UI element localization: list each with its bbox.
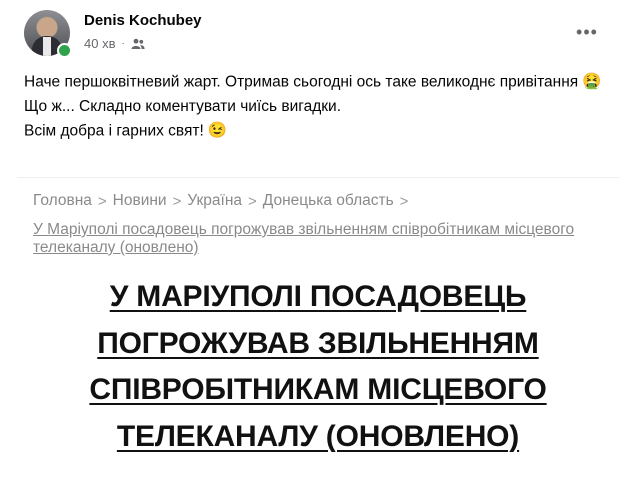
chevron-right-icon: > — [97, 192, 107, 210]
post-line-1: Наче першоквітневий жарт. Отримав сьогод… — [24, 73, 579, 91]
nauseated-emoji-icon: 🤮 — [582, 73, 602, 90]
post-header: Denis Kochubey 40 хв · ••• — [24, 10, 619, 62]
winking-emoji-icon: 😉 — [207, 122, 228, 140]
friends-icon[interactable] — [131, 38, 145, 50]
chevron-right-icon: > — [248, 192, 257, 210]
more-horizontal-icon: ••• — [576, 21, 598, 42]
post-line-2: Що ж... Складно коментувати чиїсь вигадк… — [24, 97, 342, 115]
more-options-button[interactable]: ••• — [573, 18, 601, 46]
breadcrumb-item-donetsk[interactable]: Донецька область — [263, 192, 394, 210]
meta-separator: · — [121, 38, 125, 49]
article-screenshot[interactable]: Головна > Новини > Україна > Донецька об… — [17, 177, 619, 497]
breadcrumb: Головна > Новини > Україна > Донецька об… — [33, 192, 408, 210]
author-name[interactable]: Denis Kochubey — [84, 12, 202, 29]
article-headline: У МАРІУПОЛІ ПОСАДОВЕЦЬ ПОГРОЖУВАВ ЗВІЛЬН… — [89, 280, 547, 453]
breadcrumb-current-article[interactable]: У Маріуполі посадовець погрожував звільн… — [33, 221, 613, 257]
breadcrumb-item-home[interactable]: Головна — [33, 192, 92, 210]
online-status-dot — [57, 43, 72, 58]
chevron-right-icon: > — [172, 192, 182, 210]
post-meta: 40 хв · — [84, 36, 145, 51]
breadcrumb-item-ukraine[interactable]: Україна — [187, 192, 242, 210]
post-time[interactable]: 40 хв — [84, 36, 115, 51]
breadcrumb-item-news[interactable]: Новини — [113, 192, 167, 210]
post-text: Наче першоквітневий жарт. Отримав сьогод… — [24, 70, 604, 144]
chevron-right-icon: > — [399, 192, 409, 210]
post-line-3: Всім добра і гарних свят! — [24, 122, 204, 140]
